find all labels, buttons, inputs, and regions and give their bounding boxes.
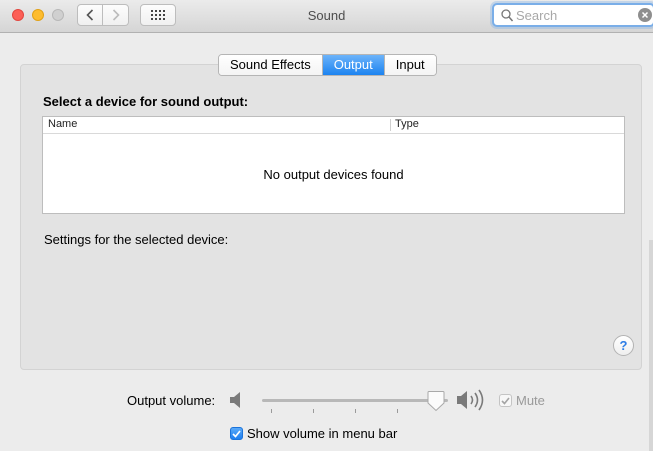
output-volume-label: Output volume: [127,393,216,408]
slider-knob[interactable] [427,390,445,412]
tab-sound-effects[interactable]: Sound Effects [219,55,322,75]
help-icon[interactable]: ? [613,335,634,356]
column-divider [390,119,391,131]
device-heading: Select a device for sound output: [43,94,249,109]
tab-bar: Sound Effects Output Input [218,54,437,76]
mute-option: Mute [499,393,545,408]
window-edge [649,240,653,451]
table-header: Name Type [43,117,624,134]
mute-label: Mute [516,393,545,408]
show-in-menu-bar-label: Show volume in menu bar [247,426,398,441]
volume-slider[interactable] [262,391,448,413]
output-panel [20,64,642,370]
column-header-type[interactable]: Type [395,118,419,130]
speaker-low-icon [230,392,240,408]
speaker-high-icon [457,389,484,411]
search-input[interactable] [516,6,628,24]
tab-output[interactable]: Output [321,55,384,75]
column-header-name[interactable]: Name [48,118,77,130]
mute-checkbox[interactable] [499,394,512,407]
slider-tick [355,409,356,413]
slider-tick [271,409,272,413]
show-in-menu-bar-option: Show volume in menu bar [230,426,397,441]
show-in-menu-bar-checkbox[interactable] [230,427,243,440]
slider-tick [397,409,398,413]
slider-track [262,399,448,402]
slider-tick [313,409,314,413]
checkmark-icon [232,429,241,438]
tab-input[interactable]: Input [383,55,436,75]
checkmark-icon [501,396,510,405]
title-bar: Sound [0,0,653,33]
clear-icon[interactable] [638,8,652,22]
device-table[interactable]: Name Type No output devices found [42,116,625,214]
search-field[interactable] [492,3,653,27]
settings-label: Settings for the selected device: [44,232,229,247]
empty-message: No output devices found [263,167,404,182]
search-icon [501,9,513,22]
